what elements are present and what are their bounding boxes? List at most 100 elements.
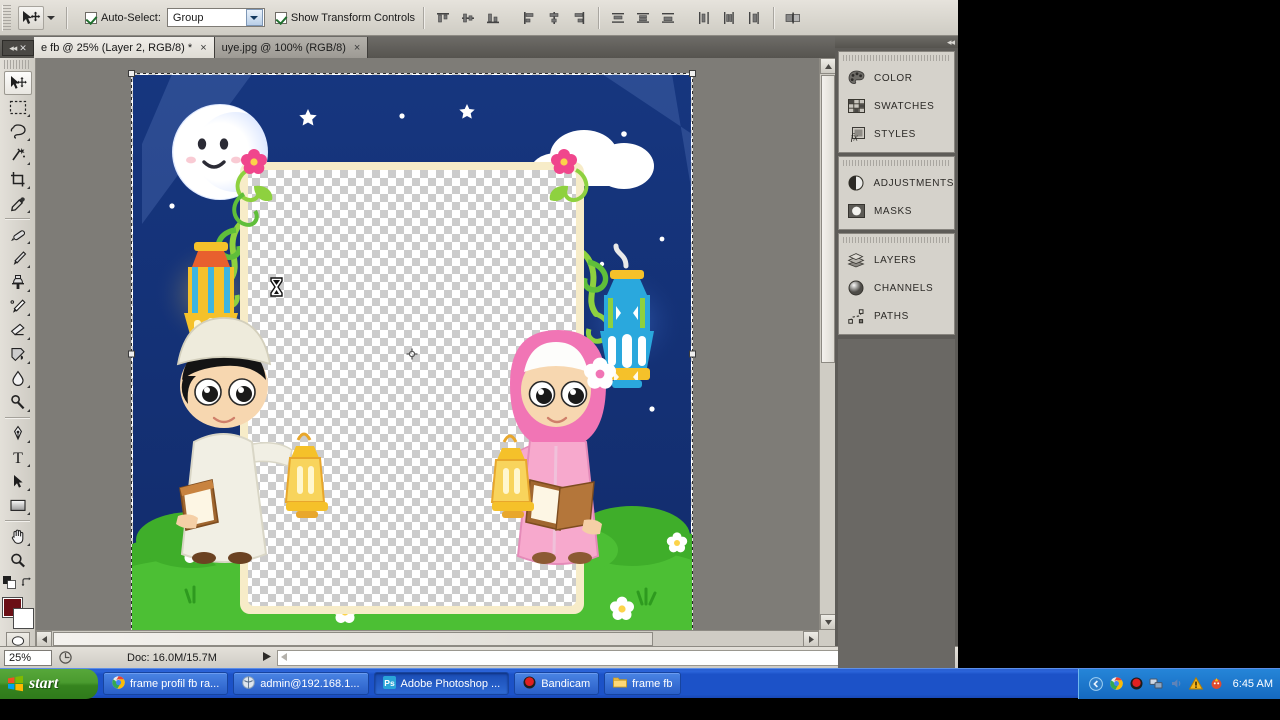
dock-header[interactable]: ◂◂ [835, 36, 958, 48]
distribute-right-edges-button[interactable] [743, 7, 765, 29]
brush-tool[interactable] [4, 246, 32, 270]
scroll-left-button[interactable] [36, 631, 52, 647]
taskbar-item-photoshop[interactable]: Ps Adobe Photoshop ... [373, 672, 510, 695]
history-brush-tool[interactable] [4, 294, 32, 318]
panel-group-grip[interactable] [843, 55, 950, 61]
panel-paths[interactable]: PATHS [839, 302, 954, 330]
align-left-edges-button[interactable] [518, 7, 540, 29]
hand-tool[interactable] [4, 524, 32, 548]
document-tab-bar: ◂◂ ✕ e fb @ 25% (Layer 2, RGB/8) * × uye… [0, 36, 958, 58]
transform-handle-mid-right[interactable] [689, 350, 696, 358]
dodge-tool[interactable] [4, 390, 32, 414]
status-flyout-arrow[interactable] [262, 651, 271, 664]
panel-adjustments[interactable]: ADJUSTMENTS [839, 169, 954, 197]
panel-paths-label: PATHS [874, 310, 909, 322]
crop-tool[interactable] [4, 167, 32, 191]
background-color-swatch[interactable] [12, 608, 34, 629]
canvas-vertical-scrollbar[interactable] [819, 58, 836, 630]
blur-tool[interactable] [4, 366, 32, 390]
auto-select-checkbox[interactable] [85, 11, 97, 24]
rectangular-marquee-tool[interactable] [4, 95, 32, 119]
distribute-horizontal-centers-button[interactable] [718, 7, 740, 29]
vertical-scroll-thumb[interactable] [821, 75, 835, 363]
transform-handle-mid-left[interactable] [128, 350, 135, 358]
auto-select-scope-select[interactable]: Group [166, 8, 265, 27]
panel-swatches-label: SWATCHES [874, 100, 935, 112]
panel-group-grip[interactable] [843, 160, 950, 166]
panel-layers[interactable]: LAYERS [839, 246, 954, 274]
tool-preset-dropdown[interactable] [44, 7, 58, 29]
volume-tray-icon[interactable] [1169, 676, 1184, 691]
document-tab-1[interactable]: e fb @ 25% (Layer 2, RGB/8) * × [34, 37, 215, 58]
horizontal-type-tool[interactable]: T [4, 445, 32, 469]
scroll-up-button[interactable] [820, 58, 836, 74]
transform-center-point[interactable] [406, 348, 418, 360]
rectangle-shape-tool[interactable] [4, 493, 32, 517]
tools-palette-grip[interactable] [4, 60, 31, 69]
panel-group-grip[interactable] [843, 237, 950, 243]
align-horizontal-centers-button[interactable] [543, 7, 565, 29]
default-colors-icon[interactable] [2, 576, 16, 592]
move-tool[interactable] [3, 71, 32, 95]
panel-masks[interactable]: MASKS [839, 197, 954, 225]
zoom-level-input[interactable]: 25% [4, 649, 52, 666]
document-tab-1-title: e fb @ 25% (Layer 2, RGB/8) * [41, 41, 193, 54]
taskbar-item-bandicam[interactable]: Bandicam [514, 672, 600, 695]
lasso-tool[interactable] [4, 119, 32, 143]
artboard[interactable] [128, 70, 696, 630]
magic-wand-tool[interactable] [4, 143, 32, 167]
eraser-tool[interactable] [4, 318, 32, 342]
panel-styles[interactable]: fx STYLES [839, 120, 954, 148]
document-tab-2[interactable]: uye.jpg @ 100% (RGB/8) × [214, 37, 369, 58]
transform-handle-top-left[interactable] [128, 70, 135, 77]
move-tool-icon[interactable] [18, 5, 44, 30]
gradient-tool[interactable] [4, 342, 32, 366]
chrome-tray-icon[interactable] [1109, 676, 1124, 691]
eyedropper-tool[interactable] [4, 191, 32, 215]
pen-tool[interactable] [4, 421, 32, 445]
panel-swatches[interactable]: SWATCHES [839, 92, 954, 120]
close-icon[interactable]: ✕ [19, 43, 27, 54]
zoom-tool[interactable] [4, 548, 32, 572]
antivirus-tray-icon[interactable] [1209, 676, 1224, 691]
horizontal-scroll-thumb[interactable] [53, 632, 653, 646]
auto-align-layers-button[interactable] [782, 7, 804, 29]
tab-nav-controls[interactable]: ◂◂ ✕ [2, 40, 34, 56]
chevron-down-icon[interactable] [245, 9, 263, 26]
collapse-panels-icon[interactable]: ◂◂ [947, 37, 955, 48]
show-hidden-icons-button[interactable] [1089, 676, 1104, 691]
panel-color[interactable]: COLOR [839, 64, 954, 92]
start-button[interactable]: start [0, 668, 98, 699]
options-bar-grip[interactable] [2, 4, 11, 31]
align-vertical-centers-button[interactable] [457, 7, 479, 29]
taskbar-item-putty[interactable]: admin@192.168.1... [233, 672, 369, 695]
canvas-area[interactable] [36, 58, 819, 630]
taskbar-item-folder[interactable]: frame fb [604, 672, 682, 695]
distribute-left-edges-button[interactable] [693, 7, 715, 29]
taskbar-clock[interactable]: 6:45 AM [1233, 678, 1273, 690]
transform-handle-top-right[interactable] [689, 70, 696, 77]
distribute-bottom-edges-button[interactable] [657, 7, 679, 29]
align-top-edges-button[interactable] [432, 7, 454, 29]
panel-channels[interactable]: CHANNELS [839, 274, 954, 302]
scroll-down-button[interactable] [820, 614, 836, 630]
canvas-horizontal-scrollbar[interactable] [36, 630, 819, 647]
path-selection-tool[interactable] [4, 469, 32, 493]
taskbar-item-chrome[interactable]: frame profil fb ra... [103, 672, 229, 695]
bandicam-tray-icon[interactable] [1129, 676, 1144, 691]
align-right-edges-button[interactable] [568, 7, 590, 29]
close-icon[interactable]: × [354, 42, 360, 54]
warning-tray-icon[interactable] [1189, 676, 1204, 691]
swap-colors-icon[interactable] [21, 576, 33, 592]
clone-stamp-tool[interactable] [4, 270, 32, 294]
tool-divider-2 [5, 417, 30, 418]
show-transform-controls-checkbox[interactable] [274, 11, 287, 24]
align-bottom-edges-button[interactable] [482, 7, 504, 29]
scroll-right-button[interactable] [803, 631, 819, 647]
healing-brush-tool[interactable] [4, 222, 32, 246]
distribute-top-edges-button[interactable] [607, 7, 629, 29]
distribute-vertical-centers-button[interactable] [632, 7, 654, 29]
preview-icon[interactable] [55, 650, 75, 666]
network-tray-icon[interactable] [1149, 676, 1164, 691]
close-icon[interactable]: × [200, 42, 206, 54]
